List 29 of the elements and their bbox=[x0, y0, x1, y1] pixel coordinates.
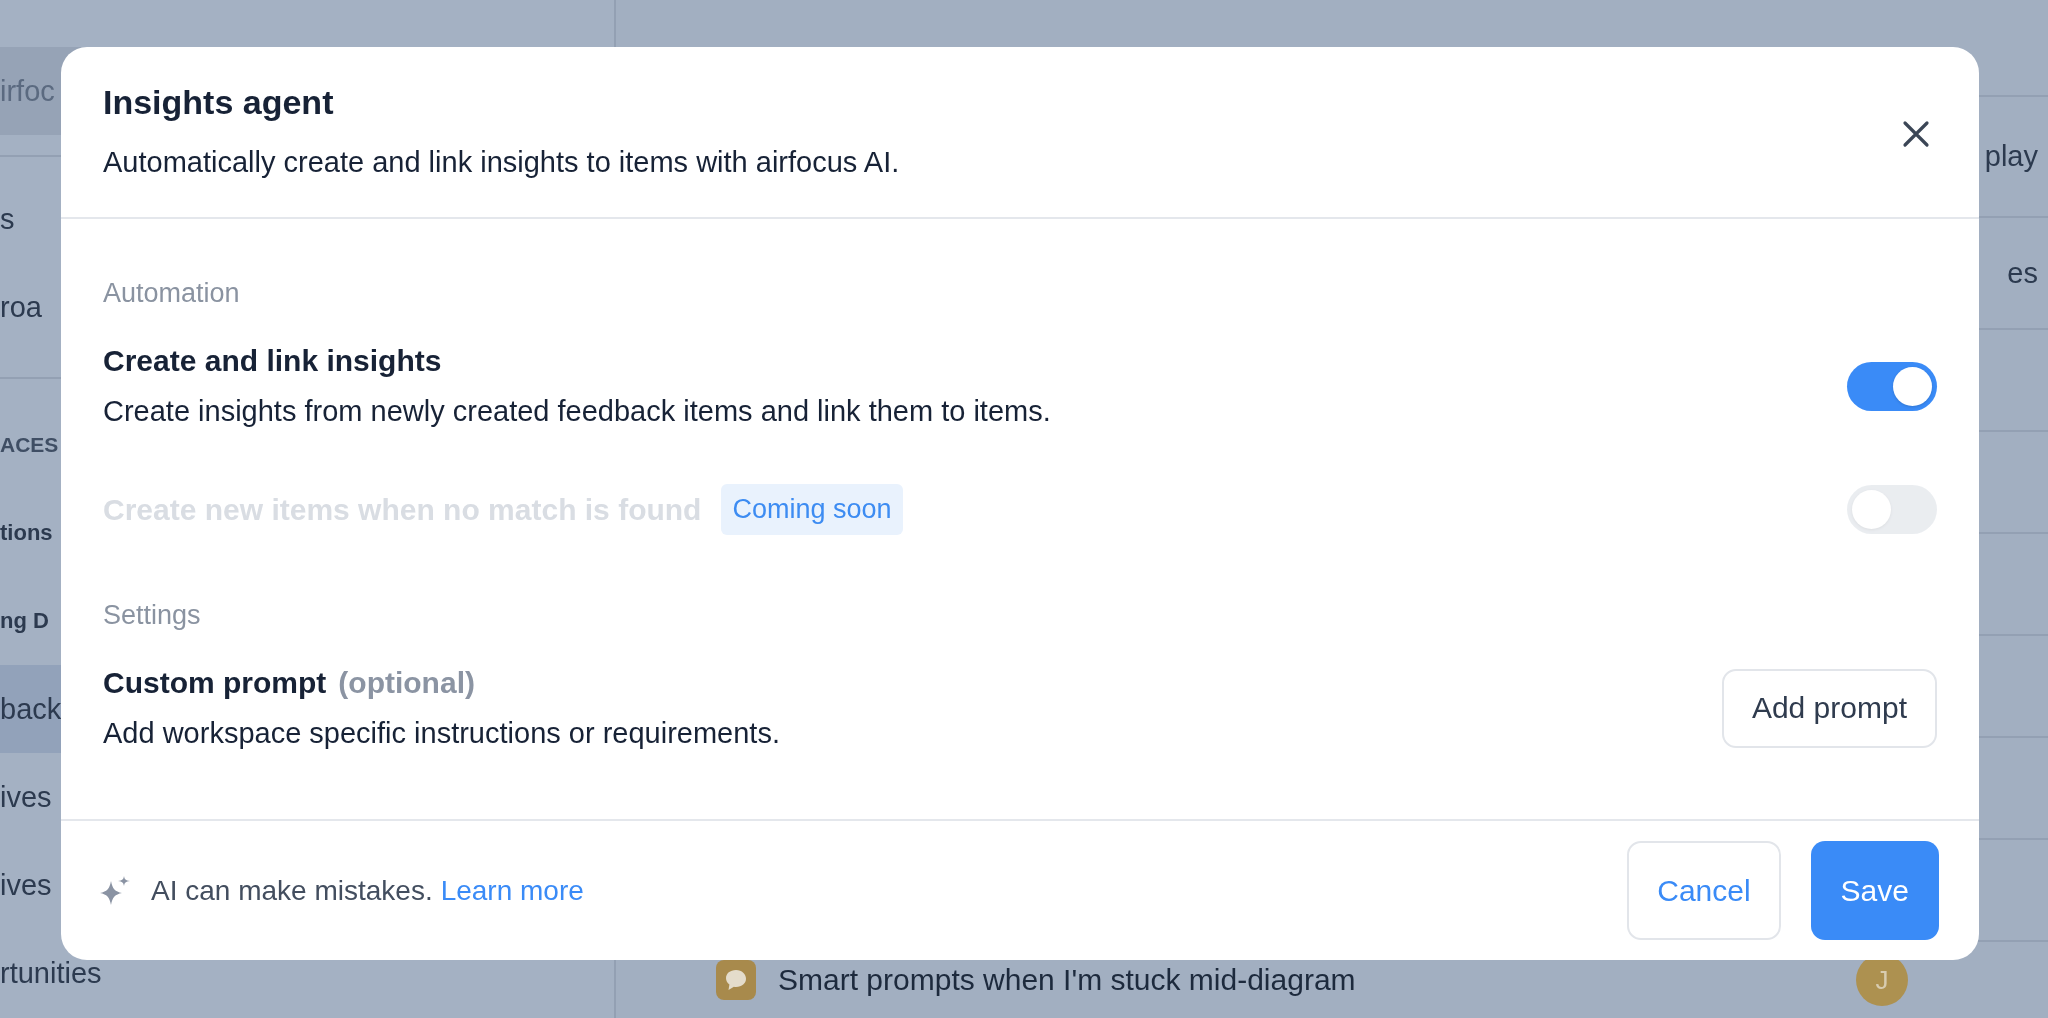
chat-icon bbox=[716, 960, 756, 1000]
section-heading: ACES bbox=[0, 432, 60, 458]
sidebar-item[interactable]: ives bbox=[0, 753, 61, 841]
option-description: Add workspace specific instructions or requirements. bbox=[103, 716, 780, 751]
option-description: Create insights from newly created feedback items and link them to items. bbox=[103, 394, 1051, 429]
status-badge: Coming soon bbox=[721, 484, 903, 535]
option-title: Custom prompt bbox=[103, 665, 327, 701]
cancel-button[interactable]: Cancel bbox=[1627, 841, 1781, 940]
sidebar-item[interactable]: roa bbox=[0, 263, 61, 351]
sidebar-item[interactable]: rtunities bbox=[0, 929, 102, 1017]
save-button[interactable]: Save bbox=[1810, 841, 1939, 940]
dialog-title: Insights agent bbox=[103, 82, 335, 122]
column-heading: play bbox=[1984, 140, 2038, 173]
toggle-switch[interactable] bbox=[1847, 361, 1937, 411]
notice-text: AI can make mistakes. bbox=[151, 874, 433, 907]
section-heading: Automation bbox=[103, 277, 241, 310]
option-title: Create and link insights bbox=[103, 343, 442, 379]
option-note: (optional) bbox=[338, 666, 475, 700]
sidebar-item[interactable]: ng D bbox=[0, 577, 61, 665]
sidebar-item[interactable]: s bbox=[0, 175, 61, 263]
learn-more-link[interactable]: Learn more bbox=[440, 874, 584, 907]
item-title[interactable]: Smart prompts when I'm stuck mid-diagram bbox=[778, 963, 1356, 997]
section-heading: Settings bbox=[103, 599, 202, 632]
sidebar-item[interactable]: back bbox=[0, 665, 62, 753]
add-prompt-button[interactable]: Add prompt bbox=[1721, 668, 1937, 748]
sidebar-item[interactable]: ives bbox=[0, 841, 61, 929]
sidebar-item[interactable]: tions bbox=[0, 489, 61, 577]
dialog-subtitle: Automatically create and link insights to items with airfocus AI. bbox=[103, 145, 901, 180]
column-heading: es bbox=[2007, 256, 2038, 290]
